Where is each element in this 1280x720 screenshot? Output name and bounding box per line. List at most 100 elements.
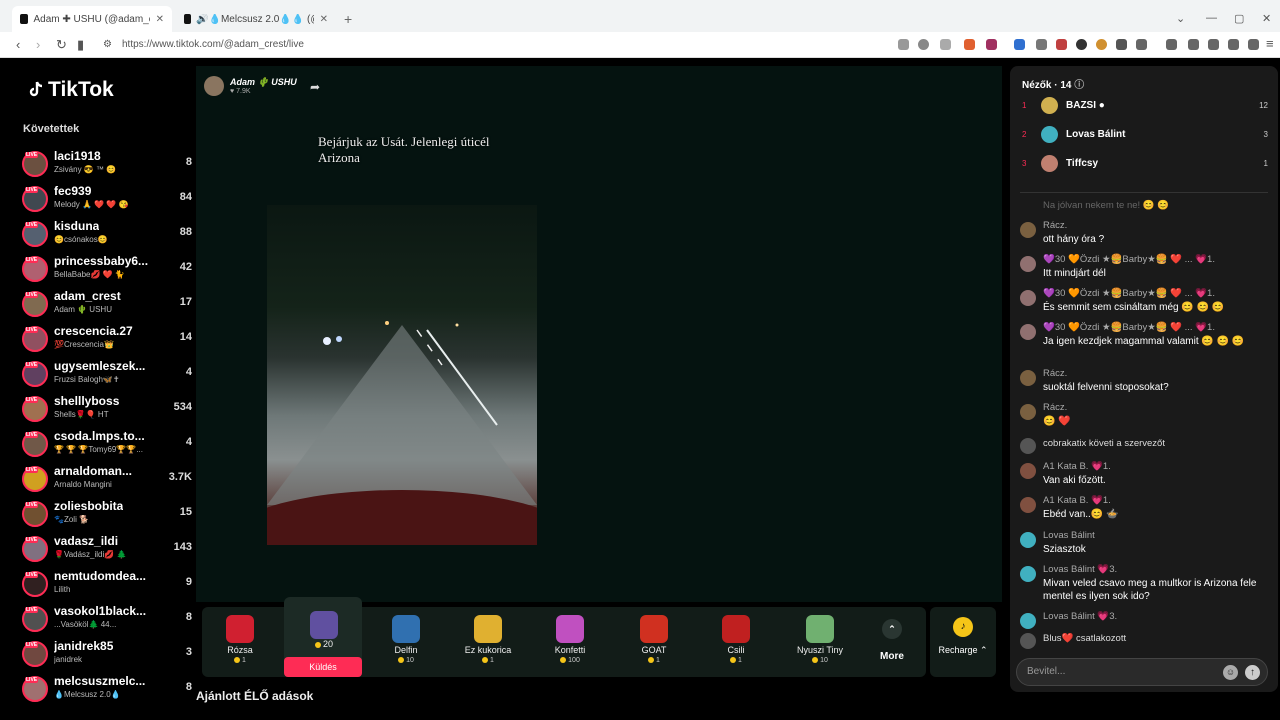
send-arrow-icon[interactable]: ↑ bbox=[1245, 665, 1260, 680]
following-item[interactable]: LIVE janidrek85 janidrek 3 bbox=[22, 638, 192, 672]
gift-item[interactable]: GOAT 1 bbox=[614, 607, 694, 677]
following-item[interactable]: LIVE laci1918 Zsivány 😎 ™ 😊 8 bbox=[22, 148, 192, 182]
send-gift-button[interactable]: Küldés bbox=[284, 657, 362, 677]
recharge-button[interactable]: ♪ Recharge ⌃ bbox=[930, 607, 996, 677]
following-item[interactable]: LIVE shelllyboss Shells🌹🎈 HT 534 bbox=[22, 393, 192, 427]
menu-icon[interactable]: ≡ bbox=[1266, 36, 1274, 51]
host-avatar[interactable] bbox=[204, 76, 224, 96]
following-item[interactable]: LIVE melcsuszmelc... 💧Melcsusz 2.0💧 8 bbox=[22, 673, 192, 707]
following-nickname: Lilith bbox=[54, 585, 71, 594]
following-item[interactable]: LIVE crescencia.27 💯Crescencia👑 14 bbox=[22, 323, 192, 357]
following-item[interactable]: LIVE kisduna 😊csónakos😊 88 bbox=[22, 218, 192, 252]
gift-icon bbox=[474, 615, 502, 643]
following-name: ugysemleszek... bbox=[54, 359, 146, 373]
share-icon[interactable]: ➦ bbox=[310, 80, 320, 94]
following-item[interactable]: LIVE nemtudomdea... Lilith 9 bbox=[22, 568, 192, 602]
emoji-icon[interactable]: ☺ bbox=[1223, 665, 1238, 680]
host-name[interactable]: Adam 🌵 USHU bbox=[230, 77, 297, 88]
extension-icon[interactable] bbox=[1096, 39, 1107, 50]
live-video[interactable] bbox=[267, 205, 537, 545]
tab-melcsusz[interactable]: 🔊💧Melcsusz 2.0💧💧 (@melcsusz✕ bbox=[176, 6, 336, 32]
extension-icon[interactable] bbox=[1056, 39, 1067, 50]
translate-icon[interactable] bbox=[898, 39, 909, 50]
gift-name: GOAT bbox=[641, 645, 667, 655]
site-info-icon[interactable]: ⚙ bbox=[103, 39, 112, 50]
viewer-count: 9 bbox=[185, 576, 192, 588]
following-heading: Követettek bbox=[23, 123, 80, 135]
viewer-count: 3.7K bbox=[168, 471, 192, 483]
chat-text: Sziasztok bbox=[1043, 544, 1086, 555]
avatar bbox=[1020, 222, 1036, 238]
following-name: vadasz_ildi bbox=[54, 534, 119, 548]
gift-item[interactable]: Rózsa 1 bbox=[200, 607, 280, 677]
extension-icon[interactable] bbox=[1076, 39, 1087, 50]
forward-icon[interactable]: › bbox=[36, 37, 40, 52]
chat-input[interactable]: Bevitel... ☺ ↑ bbox=[1016, 658, 1268, 686]
chat-username: 💜30 🧡Özdi ★🍔Barby★🍔 ❤️ ... 💗1. bbox=[1043, 288, 1215, 299]
following-item[interactable]: LIVE vasokol1black... ...Vasököl🌲 44... 8 bbox=[22, 603, 192, 637]
leo-icon[interactable] bbox=[1228, 39, 1239, 50]
vpn-icon[interactable] bbox=[1248, 39, 1259, 50]
gift-item[interactable]: Nyuszi Tiny 10 bbox=[780, 607, 860, 677]
reload-icon[interactable]: ↻ bbox=[56, 37, 67, 53]
brave-shield-icon[interactable] bbox=[964, 39, 975, 50]
viewer-count: 8 bbox=[185, 681, 192, 693]
following-item[interactable]: LIVE adam_crest Adam 🌵 USHU 17 bbox=[22, 288, 192, 322]
tab-search-icon[interactable]: ⌄ bbox=[1176, 12, 1185, 25]
gift-icon bbox=[806, 615, 834, 643]
following-item[interactable]: LIVE fec939 Melody 🙏 ❤️ ❤️ 😘 84 bbox=[22, 183, 192, 217]
more-gifts-button[interactable]: ⌃ More bbox=[872, 615, 912, 665]
zoom-icon[interactable] bbox=[918, 39, 929, 50]
bookmark-icon[interactable]: ▮ bbox=[77, 37, 84, 53]
top-viewer[interactable]: 1 BAZSI ● 12 bbox=[1022, 96, 1270, 116]
top-viewer[interactable]: 2 Lovas Bálint 3 bbox=[1022, 125, 1270, 145]
sidebar-icon[interactable] bbox=[1188, 39, 1199, 50]
chat-username: A1 Kata B. 💗1. bbox=[1043, 461, 1111, 472]
gift-item[interactable]: Csili 1 bbox=[696, 607, 776, 677]
extensions-puzzle-icon[interactable] bbox=[1116, 39, 1127, 50]
following-item[interactable]: LIVE vadasz_ildi 🌹Vadász_ildi💋 🌲 143 bbox=[22, 533, 192, 567]
media-icon[interactable] bbox=[1166, 39, 1177, 50]
viewer-name: Tiffcsy bbox=[1066, 158, 1099, 169]
viewer-count: 3 bbox=[185, 646, 192, 658]
gift-icon bbox=[392, 615, 420, 643]
live-badge: LIVE bbox=[25, 677, 39, 683]
minimize-icon[interactable]: — bbox=[1206, 12, 1217, 24]
extension-icon[interactable] bbox=[1036, 39, 1047, 50]
extension-icon[interactable] bbox=[1014, 39, 1025, 50]
tab-adam-crest[interactable]: Adam ✚ USHU (@adam_crest✕ bbox=[12, 6, 172, 32]
following-item[interactable]: LIVE zoliesbobita 🐾Zoli 🐕 15 bbox=[22, 498, 192, 532]
tiktok-logo[interactable]: TikTok bbox=[28, 78, 114, 102]
viewer-count: 17 bbox=[179, 296, 192, 308]
following-item[interactable]: LIVE csoda.lmps.to... 🏆 🏆 🏆Tomy69🏆🏆... 4 bbox=[22, 428, 192, 462]
following-item[interactable]: LIVE arnaldoman... Arnaldo Mangini 3.7K bbox=[22, 463, 192, 497]
following-item[interactable]: LIVE princessbaby6... BellaBabe💋 ❤️ 🐈 42 bbox=[22, 253, 192, 287]
back-icon[interactable]: ‹ bbox=[16, 37, 20, 52]
chat-text: Itt mindjárt dél bbox=[1043, 268, 1106, 279]
rewards-icon[interactable] bbox=[986, 39, 997, 50]
avatar bbox=[1020, 370, 1036, 386]
top-viewer[interactable]: 3 Tiffcsy 1 bbox=[1022, 154, 1270, 174]
close-tab-icon[interactable]: ✕ bbox=[150, 14, 164, 25]
url-field[interactable]: https://www.tiktok.com/@adam_crest/live bbox=[122, 39, 304, 50]
gift-item[interactable]: Ez kukorica 1 bbox=[448, 607, 528, 677]
avatar bbox=[1020, 324, 1036, 340]
info-icon[interactable]: ⓘ bbox=[1074, 80, 1084, 91]
wallet-icon[interactable] bbox=[1208, 39, 1219, 50]
close-tab-icon[interactable]: ✕ bbox=[314, 14, 328, 25]
chat-text: Van aki főzött. bbox=[1043, 475, 1106, 486]
chat-text: Ja igen kezdjek magammal valamit 😊 😊 😊 bbox=[1043, 336, 1245, 347]
viewer-count: 4 bbox=[185, 436, 192, 448]
following-name: janidrek85 bbox=[54, 639, 114, 653]
gift-name: Konfetti bbox=[554, 645, 586, 655]
chat-username: Rácz. bbox=[1043, 402, 1068, 413]
coin-icon bbox=[398, 657, 405, 664]
new-tab-icon[interactable]: + bbox=[344, 11, 352, 27]
share-icon[interactable] bbox=[940, 39, 951, 50]
gift-item[interactable]: Konfetti 100 bbox=[530, 607, 610, 677]
extension-icon[interactable] bbox=[1136, 39, 1147, 50]
close-window-icon[interactable]: ✕ bbox=[1262, 12, 1271, 25]
gift-item[interactable]: Delfin 10 bbox=[366, 607, 446, 677]
maximize-icon[interactable]: ▢ bbox=[1234, 12, 1244, 25]
following-item[interactable]: LIVE ugysemleszek... Fruzsi Balogh🦋✝ 4 bbox=[22, 358, 192, 392]
